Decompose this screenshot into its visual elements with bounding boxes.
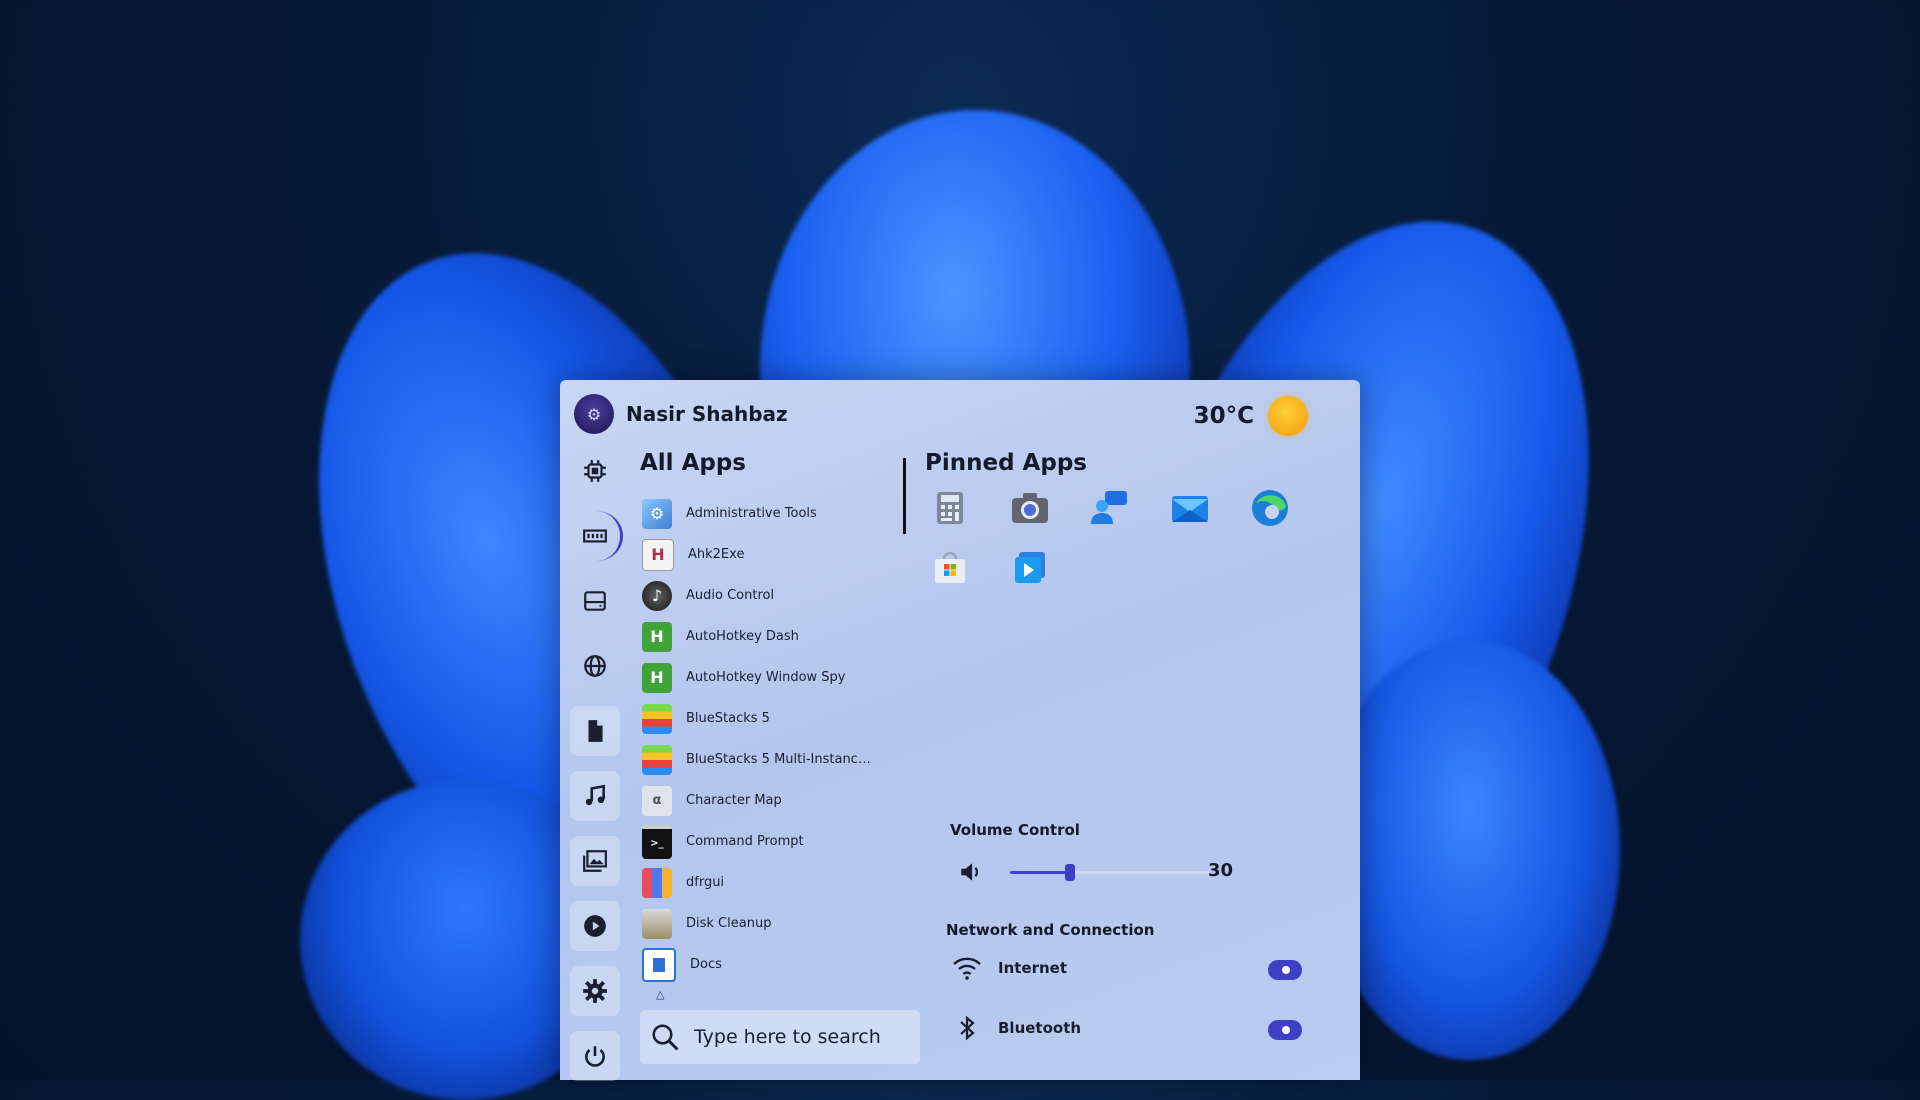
volume-slider[interactable] [1010,864,1210,881]
list-item[interactable]: H AutoHotkey Window Spy [642,657,882,698]
disk-cleanup-icon [642,908,672,939]
bluestacks-icon [642,744,672,775]
feedback-chat-icon[interactable] [1090,488,1130,528]
memory-icon[interactable] [570,511,623,561]
list-item[interactable]: Disk Cleanup [642,903,882,944]
list-item[interactable]: H Ahk2Exe [642,534,882,575]
internet-toggle[interactable] [1268,960,1302,980]
temperature-value: 30°C [1193,403,1254,429]
mail-icon[interactable] [1170,488,1210,528]
store-icon[interactable] [930,548,970,588]
list-item[interactable]: BlueStacks 5 Multi-Instance... [642,739,882,780]
media-player-icon[interactable] [1010,548,1050,588]
volume-control: 30 [958,857,1298,887]
search-icon [652,1024,679,1051]
all-apps-heading: All Apps [640,450,746,476]
bluetooth-toggle[interactable] [1268,1020,1302,1040]
power-icon[interactable] [570,1031,620,1081]
wallpaper-petal [1320,640,1620,1060]
document-icon[interactable] [570,706,620,756]
app-label: Command Prompt [686,834,804,849]
list-item[interactable]: dfrgui [642,862,882,903]
list-item[interactable]: ♪ Audio Control [642,575,882,616]
video-play-icon[interactable] [570,901,620,951]
app-label: Character Map [686,793,782,808]
side-rail [570,446,623,1096]
app-label: Audio Control [686,588,775,603]
list-item[interactable]: BlueStacks 5 [642,698,882,739]
search-box[interactable] [640,1010,920,1064]
volume-value: 30 [1208,860,1234,881]
autohotkey-icon: H [642,662,672,693]
command-prompt-icon: >_ [642,824,672,859]
drive-icon[interactable] [570,576,620,626]
app-label: BlueStacks 5 [686,711,770,726]
pictures-icon[interactable] [570,836,620,886]
edge-browser-icon[interactable] [1250,488,1290,528]
volume-slider-fill [1010,871,1070,874]
pinned-apps-heading: Pinned Apps [925,450,1087,476]
app-label: AutoHotkey Window Spy [686,670,846,685]
bluestacks-icon [642,703,672,734]
bluetooth-row: Bluetooth [952,1010,1302,1046]
speaker-icon[interactable] [958,859,984,885]
search-input[interactable] [692,1025,906,1049]
list-item[interactable]: H AutoHotkey Dash [642,616,882,657]
section-divider [903,458,906,534]
avatar[interactable]: ⚙ [574,394,614,434]
docs-icon [642,947,676,982]
weather-widget[interactable]: 30°C [1194,396,1308,436]
volume-heading: Volume Control [950,821,1080,839]
app-label: Ahk2Exe [688,547,745,562]
start-menu-panel: ⚙ Nasir Shahbaz 30°C All Apps ⚙ Administ… [560,380,1360,1081]
list-item[interactable]: >_ Command Prompt [642,821,882,862]
character-map-icon: α [642,785,672,816]
sun-icon [1268,396,1308,436]
bluetooth-icon [952,1013,982,1043]
music-icon[interactable] [570,771,620,821]
settings-gear-icon[interactable] [570,966,620,1016]
dfrgui-icon [642,867,672,898]
user-profile[interactable]: ⚙ Nasir Shahbaz [574,394,788,434]
camera-icon[interactable] [1010,488,1050,528]
app-label: dfrgui [686,875,725,890]
admin-tools-icon: ⚙ [642,498,672,529]
calculator-icon[interactable] [930,488,970,528]
app-label: BlueStacks 5 Multi-Instance... [686,752,876,767]
autohotkey-icon: H [642,621,672,652]
globe-icon[interactable] [570,641,620,691]
app-label: AutoHotkey Dash [686,629,799,644]
app-label: Administrative Tools [686,506,817,521]
app-label: Disk Cleanup [686,916,772,931]
internet-row: Internet [952,950,1302,986]
scroll-up-arrow-icon[interactable]: △ [656,988,664,1001]
internet-label: Internet [998,959,1068,977]
audio-control-icon: ♪ [642,580,672,611]
cpu-icon[interactable] [570,446,620,496]
list-item[interactable]: α Character Map [642,780,882,821]
all-apps-list: ⚙ Administrative Tools H Ahk2Exe ♪ Audio… [642,493,882,985]
network-heading: Network and Connection [946,921,1155,939]
bluetooth-label: Bluetooth [998,1019,1082,1037]
wifi-icon [952,953,982,983]
user-name: Nasir Shahbaz [626,402,788,426]
ahk2exe-icon: H [642,538,674,571]
app-label: Docs [690,957,722,972]
volume-slider-thumb[interactable] [1065,864,1075,881]
list-item[interactable]: ⚙ Administrative Tools [642,493,882,534]
list-item[interactable]: Docs [642,944,882,985]
pinned-apps-grid [930,488,1350,588]
